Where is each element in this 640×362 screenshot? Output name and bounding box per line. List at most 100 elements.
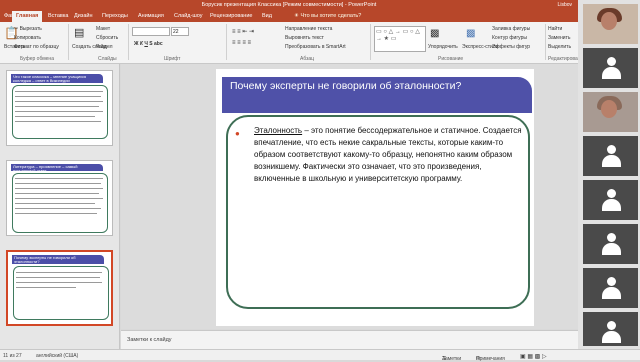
thumbnail-text-line xyxy=(15,178,103,179)
participant-tile[interactable] xyxy=(583,136,638,176)
reset-button[interactable]: Сбросить xyxy=(96,35,118,41)
tab-design[interactable]: Дизайн xyxy=(74,13,93,19)
copy-button[interactable]: Копировать xyxy=(14,35,41,41)
user-name[interactable]: Lisbov xyxy=(558,2,572,8)
thumbnail-text-line xyxy=(15,188,103,189)
layout-button[interactable]: Макет xyxy=(96,26,110,32)
slide-thumbnail[interactable]: Литература – проявление – самый популярн… xyxy=(6,160,113,236)
separator xyxy=(545,24,546,60)
avatar-body xyxy=(602,67,621,79)
tell-me-box[interactable]: ☀ Что вы хотите сделать? xyxy=(294,13,361,19)
thumbnail-text-line xyxy=(15,183,101,184)
user-avatar-icon xyxy=(602,145,621,167)
tab-insert[interactable]: Вставка xyxy=(48,13,68,19)
bold-button[interactable]: Ж К Ч S abc xyxy=(134,41,163,47)
avatar-head xyxy=(607,145,616,154)
thumbnail-title: Что такое классика – мнение учащихся кол… xyxy=(11,74,103,83)
group-label-paragraph: Абзац xyxy=(300,56,315,62)
group-label-slides: Слайды xyxy=(98,56,117,62)
shape-effects-button[interactable]: Эффекты фигур xyxy=(492,44,530,50)
tab-animations[interactable]: Анимация xyxy=(138,13,164,19)
window-title: Борусик презентация Классика [Режим совм… xyxy=(201,2,377,8)
thumbnail-text-line xyxy=(16,287,76,288)
notes-placeholder: Заметки к слайду xyxy=(127,337,172,343)
thumbnail-text-line xyxy=(15,116,95,117)
format-painter-button[interactable]: Формат по образцу xyxy=(14,44,59,50)
tab-transitions[interactable]: Переходы xyxy=(102,13,128,19)
thumbnail-text-line xyxy=(15,106,99,107)
separator xyxy=(226,24,227,60)
participant-tile[interactable] xyxy=(583,48,638,88)
section-button[interactable]: Раздел xyxy=(96,44,113,50)
separator xyxy=(68,24,69,60)
participant-video xyxy=(583,4,638,44)
avatar-head xyxy=(607,321,616,330)
replace-button[interactable]: Заменить xyxy=(548,35,570,41)
term-text: Эталонность xyxy=(254,126,303,135)
arrange-button[interactable]: Упорядочить xyxy=(428,44,458,50)
notes-pane[interactable]: Заметки к слайду xyxy=(121,330,578,349)
thumbnail-text-line xyxy=(16,272,102,273)
ribbon-tabs: Файл Главная Вставка Дизайн Переходы Ани… xyxy=(0,10,578,22)
participant-tile[interactable] xyxy=(583,224,638,264)
avatar-head xyxy=(607,233,616,242)
smartart-button[interactable]: Преобразовать в SmartArt xyxy=(285,44,346,50)
slide-body-text[interactable]: Эталонность – это понятие бессодержатель… xyxy=(254,125,526,185)
avatar-body xyxy=(602,155,621,167)
avatar-body xyxy=(602,199,621,211)
view-buttons[interactable]: ▣ ▦ ▩ ▷ xyxy=(520,353,547,360)
slide-thumbnail-pane[interactable]: Что такое классика – мнение учащихся кол… xyxy=(0,64,120,349)
tab-review[interactable]: Рецензирование xyxy=(210,13,252,19)
video-call-panel xyxy=(578,0,640,349)
shape-outline-button[interactable]: Контур фигуры xyxy=(492,35,527,41)
language-indicator[interactable]: английский (США) xyxy=(36,353,78,359)
slide-canvas[interactable]: Почему эксперты не говорили об эталоннос… xyxy=(216,69,534,326)
tab-view[interactable]: Вид xyxy=(262,13,272,19)
thumbnail-text-line xyxy=(15,96,101,97)
group-label-drawing: Рисование xyxy=(438,56,464,62)
select-button[interactable]: Выделить xyxy=(548,44,571,50)
thumbnail-text-line xyxy=(15,213,97,214)
avatar-head xyxy=(607,57,616,66)
arrange-icon[interactable]: ▩ xyxy=(430,28,439,39)
thumbnail-text-line xyxy=(15,121,101,122)
bullet-icon: ● xyxy=(235,129,240,138)
thumbnail-frame xyxy=(12,85,108,139)
tell-me-text: Что вы хотите сделать? xyxy=(300,13,362,19)
participant-tile[interactable] xyxy=(583,180,638,220)
thumbnail-text-line xyxy=(15,193,99,194)
avatar-head xyxy=(607,277,616,286)
thumbnail-title: Литература – проявление – самый популярн… xyxy=(11,164,103,171)
tab-home[interactable]: Главная xyxy=(12,11,43,22)
slide-thumbnail[interactable]: Что такое классика – мнение учащихся кол… xyxy=(6,70,113,146)
tab-slideshow[interactable]: Слайд-шоу xyxy=(174,13,203,19)
avatar-body xyxy=(602,331,621,343)
user-avatar-icon xyxy=(602,277,621,299)
align-buttons[interactable]: ≡ ≡ ≡ ≡ xyxy=(232,40,251,46)
thumbnail-text-line xyxy=(15,101,103,102)
thumbnail-text-line xyxy=(16,282,102,283)
user-avatar-icon xyxy=(602,189,621,211)
participant-video xyxy=(583,92,638,132)
thumbnail-text-line xyxy=(16,277,100,278)
group-label-clipboard: Буфер обмена xyxy=(20,56,54,62)
font-name-combo[interactable] xyxy=(132,27,170,36)
text-direction-button[interactable]: Направление текста xyxy=(285,26,332,32)
quick-styles-icon[interactable]: ▩ xyxy=(466,28,475,39)
slide-thumbnail-selected[interactable]: Почему эксперты не говорили об эталоннос… xyxy=(6,250,113,326)
shape-fill-button[interactable]: Заливка фигуры xyxy=(492,26,530,32)
slide-title[interactable]: Почему эксперты не говорили об эталоннос… xyxy=(230,80,520,93)
list-buttons[interactable]: ≡ ≡ ⇤ ⇥ xyxy=(232,28,254,35)
shapes-gallery[interactable]: ▭ ○ △ → ▭ ○ △ → ★ ▭ xyxy=(374,26,426,52)
user-avatar-icon xyxy=(602,57,621,79)
participant-tile[interactable] xyxy=(583,312,638,346)
participant-tile[interactable] xyxy=(583,268,638,308)
font-size-combo[interactable]: 22 xyxy=(171,27,189,36)
new-slide-icon[interactable]: ▤ xyxy=(74,26,84,39)
align-text-button[interactable]: Выровнять текст xyxy=(285,35,324,41)
thumbnail-text-line xyxy=(15,91,103,92)
slide-counter: 11 из 27 xyxy=(3,353,22,359)
find-button[interactable]: Найти xyxy=(548,26,562,32)
cut-button[interactable]: ✂ Вырезать xyxy=(14,26,42,32)
participant-face xyxy=(601,100,617,118)
